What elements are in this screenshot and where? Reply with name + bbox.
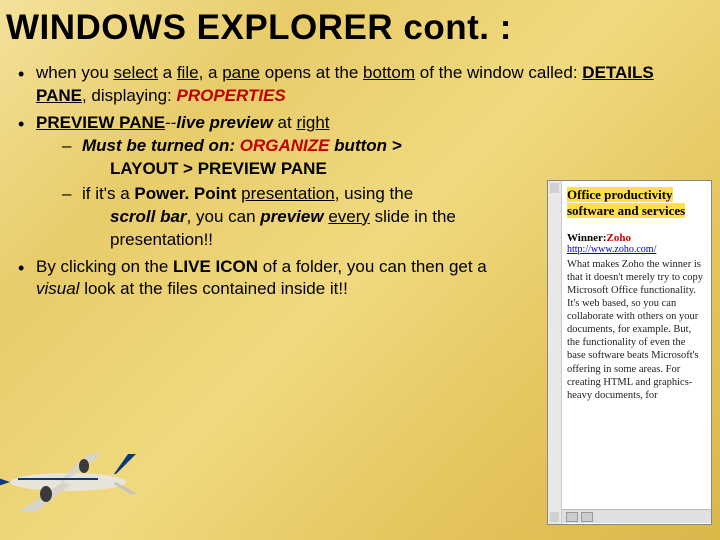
preview-scrollbar[interactable] [548,181,562,524]
preview-nav-next-icon[interactable] [581,512,593,522]
preview-document: Office productivity software and service… [562,181,711,524]
preview-winner-line: Winner:Zoho [567,232,706,244]
preview-body-text: What makes Zoho the winner is that it do… [567,258,706,402]
preview-pane-window: Office productivity software and service… [547,180,712,525]
preview-nav-prev-icon[interactable] [566,512,578,522]
preview-link[interactable]: http://www.zoho.com/ [567,244,706,255]
subbullet-powerpoint: if it's a Power. Point presentation, usi… [60,183,540,252]
bullet-live-icon: By clicking on the LIVE ICON of a folder… [14,256,494,302]
slide-title: WINDOWS EXPLORER cont. : [0,0,720,62]
preview-footer-bar [562,509,711,523]
bullet-details-pane: when you select a file, a pane opens at … [14,62,708,108]
subbullet-organize: Must be turned on: ORGANIZE button > LAY… [60,135,540,181]
airplane-image [0,432,148,522]
preview-title: Office productivity software and service… [567,187,685,218]
